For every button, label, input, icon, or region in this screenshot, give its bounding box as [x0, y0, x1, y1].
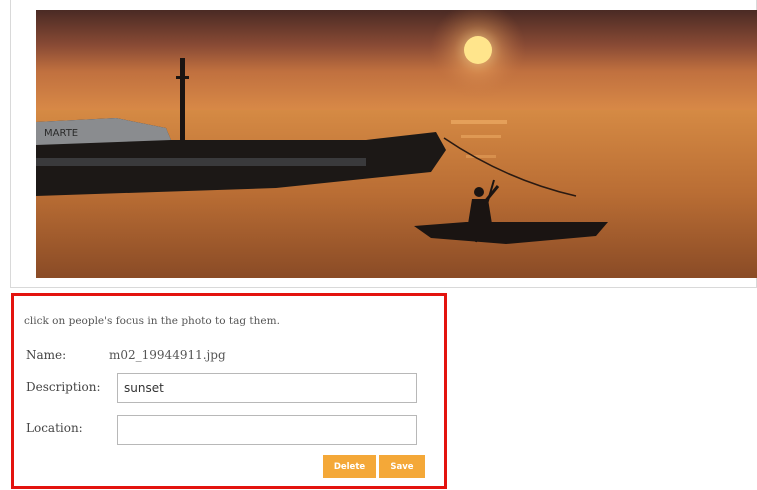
- sun-reflection: [451, 120, 507, 124]
- photo-tagging-page: MARTE click on people's focus in the pho…: [0, 0, 757, 490]
- boat-name: MARTE: [44, 128, 78, 139]
- tag-details-panel: click on people's focus in the photo to …: [11, 293, 447, 489]
- sun: [464, 36, 492, 64]
- sunset-photo[interactable]: MARTE: [36, 10, 757, 278]
- save-button[interactable]: Save: [379, 455, 425, 478]
- delete-button[interactable]: Delete: [323, 455, 376, 478]
- description-input[interactable]: [117, 373, 417, 403]
- photo-frame: MARTE: [10, 0, 757, 288]
- location-input[interactable]: [117, 415, 417, 445]
- tag-instruction-text: click on people's focus in the photo to …: [24, 315, 280, 327]
- file-name-value: m02_19944911.jpg: [109, 348, 226, 362]
- description-label: Description:: [26, 380, 101, 394]
- location-label: Location:: [26, 421, 83, 435]
- name-label: Name:: [26, 348, 67, 362]
- sky: [36, 10, 757, 112]
